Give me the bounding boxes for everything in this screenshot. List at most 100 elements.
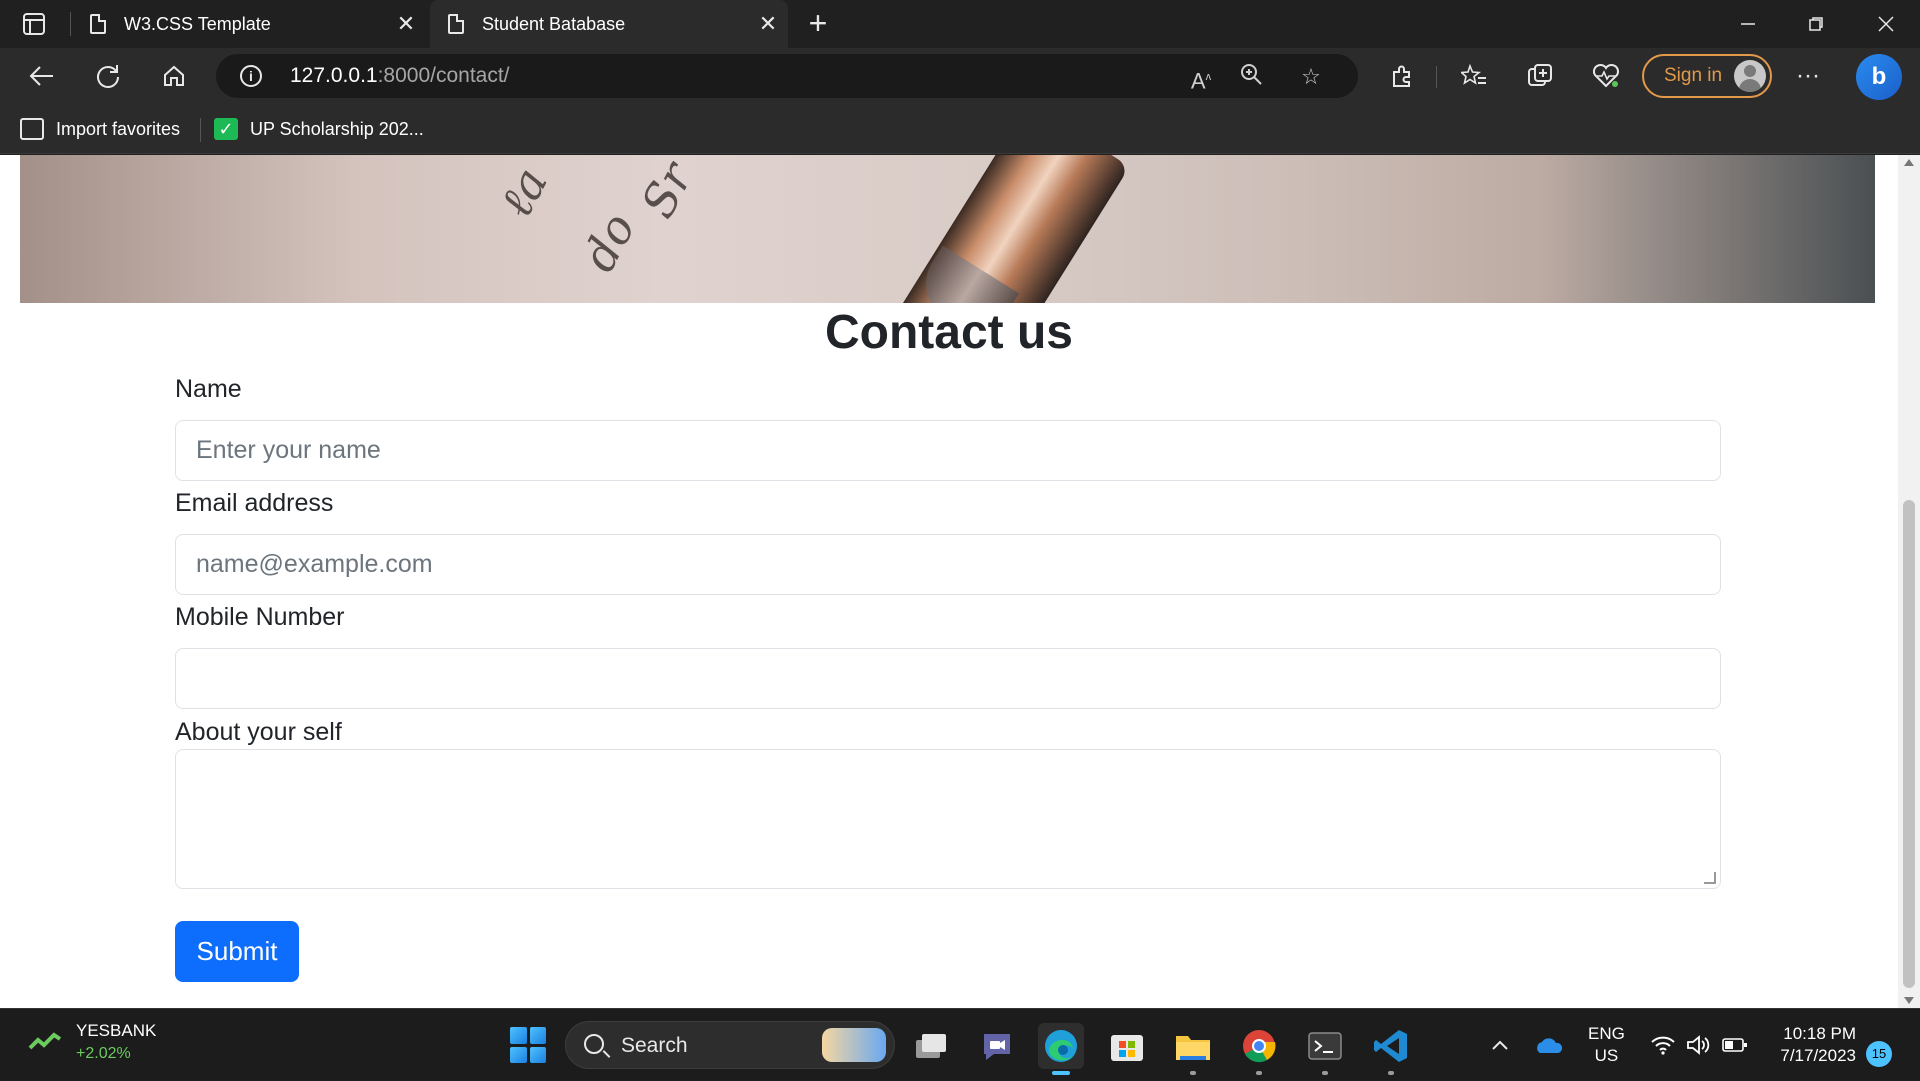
taskbar: YESBANK +2.02% Search ENG US 10:18 PM 7/… bbox=[0, 1008, 1920, 1080]
close-window-button[interactable] bbox=[1852, 0, 1920, 48]
import-folder-icon bbox=[20, 118, 44, 140]
name-label: Name bbox=[175, 375, 242, 403]
microsoft-store-icon[interactable] bbox=[1104, 1023, 1150, 1069]
about-textarea[interactable] bbox=[175, 749, 1721, 889]
terminal-icon[interactable] bbox=[1302, 1023, 1348, 1075]
search-highlight-image bbox=[822, 1028, 886, 1062]
show-hidden-icons-chevron-icon[interactable] bbox=[1490, 1009, 1510, 1081]
windows-start-icon[interactable] bbox=[510, 1027, 546, 1063]
page-icon bbox=[448, 14, 464, 34]
handwriting-decoration: ℓa bbox=[488, 158, 559, 226]
region-code: US bbox=[1594, 1046, 1619, 1065]
new-tab-button[interactable]: + bbox=[800, 6, 836, 42]
zoom-icon[interactable] bbox=[1236, 62, 1266, 92]
tab-close-icon[interactable]: ✕ bbox=[386, 11, 426, 37]
browser-toolbar: i 127.0.0.1:8000/contact/ Aᴧ ☆ Sign in ·… bbox=[0, 48, 1920, 104]
scrollbar-thumb[interactable] bbox=[1903, 500, 1915, 988]
extensions-icon[interactable] bbox=[1382, 56, 1422, 96]
browser-essentials-icon[interactable] bbox=[1586, 56, 1626, 96]
submit-button[interactable]: Submit bbox=[175, 921, 299, 982]
running-indicator bbox=[1322, 1071, 1328, 1075]
scroll-up-arrow-icon[interactable] bbox=[1904, 159, 1914, 166]
chrome-icon[interactable] bbox=[1236, 1023, 1282, 1075]
favorite-star-icon[interactable]: ☆ bbox=[1296, 62, 1326, 92]
hero-image: ℓa do Sr bbox=[20, 155, 1875, 303]
tab-close-icon[interactable]: ✕ bbox=[748, 11, 788, 37]
favorites-separator bbox=[200, 118, 201, 142]
scroll-down-arrow-icon[interactable] bbox=[1904, 997, 1914, 1004]
handwriting-decoration: do bbox=[571, 204, 646, 280]
stock-change: +2.02% bbox=[76, 1045, 131, 1062]
tab-separator bbox=[70, 12, 71, 36]
profile-avatar-icon bbox=[1734, 60, 1766, 92]
bing-copilot-icon[interactable]: b bbox=[1856, 54, 1902, 100]
tab-w3css[interactable]: W3.CSS Template ✕ bbox=[72, 0, 426, 48]
page-scrollbar[interactable] bbox=[1898, 155, 1920, 1008]
import-favorites-link[interactable]: Import favorites bbox=[20, 115, 180, 143]
favorite-label: UP Scholarship 202... bbox=[250, 118, 424, 139]
search-label: Search bbox=[621, 1034, 688, 1057]
tab-student-database[interactable]: Student Batabase ✕ bbox=[430, 0, 788, 48]
sign-in-button[interactable]: Sign in bbox=[1642, 54, 1772, 98]
mobile-input[interactable] bbox=[175, 648, 1721, 709]
email-input[interactable]: name@example.com bbox=[175, 534, 1721, 595]
volume-icon[interactable] bbox=[1686, 1009, 1712, 1081]
handwriting-decoration: Sr bbox=[630, 155, 704, 227]
minimize-button[interactable] bbox=[1714, 0, 1782, 48]
resize-handle-icon[interactable] bbox=[1704, 872, 1716, 884]
task-view-icon[interactable] bbox=[908, 1023, 954, 1069]
toolbar-separator bbox=[1436, 66, 1437, 88]
tab-actions-icon[interactable] bbox=[18, 11, 52, 37]
edge-icon[interactable] bbox=[1038, 1023, 1084, 1075]
url-host: 127.0.0.1 bbox=[290, 64, 378, 87]
language-code: ENG bbox=[1588, 1024, 1625, 1043]
tab-title: W3.CSS Template bbox=[124, 13, 271, 34]
mobile-label: Mobile Number bbox=[175, 603, 345, 631]
name-input[interactable]: Enter your name bbox=[175, 420, 1721, 481]
clock-date: 7/17/2023 bbox=[1780, 1046, 1856, 1065]
favorites-list-icon[interactable] bbox=[1454, 56, 1494, 96]
search-icon bbox=[584, 1034, 604, 1054]
tab-title: Student Batabase bbox=[482, 13, 626, 34]
battery-icon[interactable] bbox=[1722, 1009, 1748, 1081]
page-title: Contact us bbox=[824, 306, 1073, 359]
refresh-icon[interactable] bbox=[88, 56, 128, 96]
back-arrow-icon[interactable] bbox=[22, 56, 62, 96]
taskbar-search[interactable]: Search bbox=[565, 1021, 895, 1069]
wifi-icon[interactable] bbox=[1650, 1009, 1676, 1081]
teams-chat-icon[interactable] bbox=[974, 1023, 1020, 1069]
about-label: About your self bbox=[175, 718, 342, 746]
stock-widget[interactable]: YESBANK +2.02% bbox=[28, 1021, 156, 1063]
checkmark-icon: ✓ bbox=[214, 118, 238, 140]
sign-in-label: Sign in bbox=[1664, 65, 1723, 86]
favorites-bar: Import favorites ✓ UP Scholarship 202... bbox=[0, 104, 1920, 154]
restore-button[interactable] bbox=[1782, 0, 1850, 48]
running-indicator bbox=[1388, 1071, 1394, 1075]
language-indicator[interactable]: ENG US bbox=[1588, 1023, 1625, 1067]
url-text[interactable]: 127.0.0.1:8000/contact/ bbox=[290, 64, 510, 88]
onedrive-icon[interactable] bbox=[1534, 1009, 1564, 1081]
stock-name: YESBANK bbox=[76, 1021, 157, 1040]
page-viewport: ℓa do Sr Contact us Name Enter your name… bbox=[0, 155, 1898, 1008]
notification-badge[interactable]: 15 bbox=[1866, 1041, 1892, 1067]
more-menu-icon[interactable]: ··· bbox=[1788, 56, 1828, 96]
active-indicator bbox=[1052, 1071, 1070, 1075]
vscode-icon[interactable] bbox=[1368, 1023, 1414, 1075]
tab-strip: W3.CSS Template ✕ Student Batabase ✕ + bbox=[0, 0, 1920, 48]
address-bar[interactable]: i 127.0.0.1:8000/contact/ Aᴧ ☆ bbox=[216, 54, 1358, 98]
url-path: :8000/contact/ bbox=[377, 64, 510, 87]
read-aloud-icon[interactable]: Aᴧ bbox=[1186, 62, 1216, 93]
stock-chart-icon bbox=[28, 1032, 62, 1050]
clock-time: 10:18 PM bbox=[1783, 1024, 1856, 1043]
page-icon bbox=[90, 14, 106, 34]
collections-icon[interactable] bbox=[1520, 56, 1560, 96]
email-label: Email address bbox=[175, 489, 334, 517]
favorite-up-scholarship[interactable]: ✓ UP Scholarship 202... bbox=[214, 115, 424, 143]
site-info-icon[interactable]: i bbox=[240, 65, 262, 87]
running-indicator bbox=[1190, 1071, 1196, 1075]
running-indicator bbox=[1256, 1071, 1262, 1075]
home-icon[interactable] bbox=[154, 56, 194, 96]
file-explorer-icon[interactable] bbox=[1170, 1023, 1216, 1075]
favorite-label: Import favorites bbox=[56, 118, 181, 139]
system-clock[interactable]: 10:18 PM 7/17/2023 bbox=[1764, 1023, 1856, 1067]
